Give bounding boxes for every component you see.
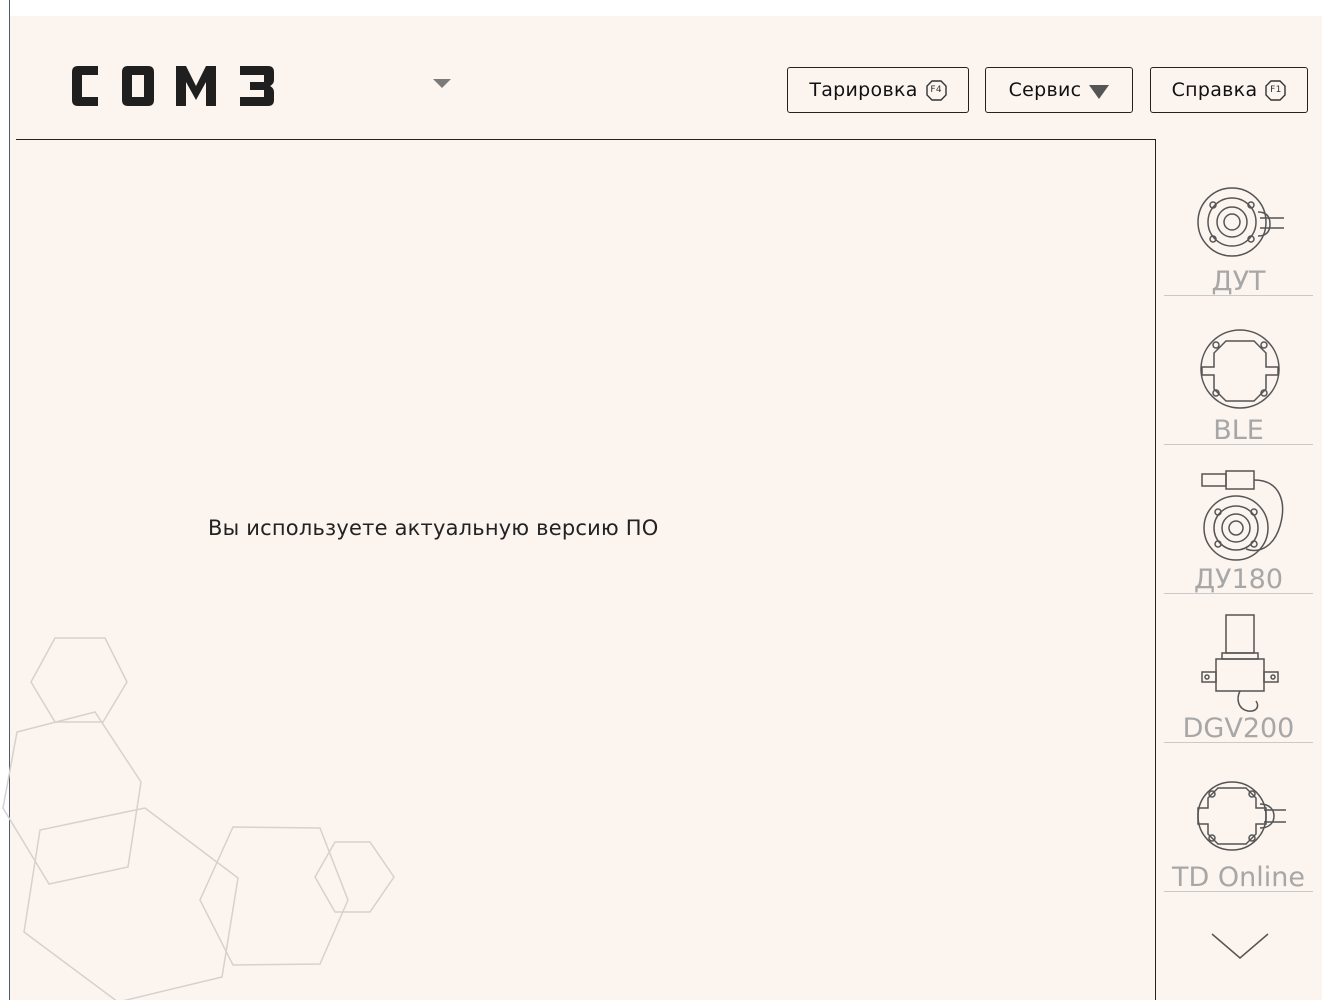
device-separator: [1164, 593, 1313, 594]
round-sensor-icon: [1200, 329, 1280, 409]
software-status-message: Вы используете актуальную версию ПО: [208, 516, 659, 540]
sidebar-divider: [1155, 139, 1156, 1000]
device-td-online-card[interactable]: TD Online: [1164, 744, 1313, 893]
service-menu-button[interactable]: Сервис: [985, 67, 1133, 113]
help-button[interactable]: Справка F1: [1150, 67, 1308, 113]
device-separator: [1164, 444, 1313, 445]
device-du180-card[interactable]: ДУ180: [1164, 446, 1313, 595]
device-label-fuel-sensor: ДУТ: [1211, 266, 1266, 297]
logo-menu-caret[interactable]: [433, 79, 451, 88]
com3-logo: [72, 66, 274, 106]
f4-key-label: F4: [930, 84, 942, 95]
sensor-with-connector-icon: [1201, 470, 1284, 561]
device-separator: [1164, 891, 1313, 892]
device-label-td-online: TD Online: [1172, 862, 1305, 893]
device-label-dgv200: DGV200: [1182, 713, 1295, 744]
chevron-down-icon[interactable]: [1210, 930, 1270, 964]
device-separator: [1164, 742, 1313, 743]
sensor-with-cable-icon: [1197, 187, 1284, 257]
help-button-label: Справка: [1171, 79, 1258, 101]
f4-key-icon: F4: [925, 79, 947, 101]
device-dgv200-card[interactable]: DGV200: [1164, 595, 1313, 744]
service-button-label: Сервис: [1008, 79, 1082, 101]
pressure-sensor-icon: [1201, 614, 1279, 712]
device-ble-card[interactable]: BLE: [1164, 297, 1313, 446]
sensor-with-cable-icon: [1197, 781, 1286, 851]
header-divider: [16, 139, 1156, 140]
device-fuel-sensor-card[interactable]: ДУТ: [1164, 148, 1313, 297]
device-separator: [1164, 295, 1313, 296]
calibration-button[interactable]: Тарировка F4: [787, 67, 969, 113]
app-window: Тарировка F4 Сервис Справка F1 Вы исполь…: [0, 0, 1322, 1000]
device-label-ble: BLE: [1213, 415, 1264, 446]
f1-key-label: F1: [1270, 84, 1282, 95]
decorative-hexagon-pattern: [2, 637, 395, 1000]
f1-key-icon: F1: [1265, 79, 1287, 101]
device-label-du180: ДУ180: [1193, 564, 1284, 595]
calibration-button-label: Тарировка: [809, 79, 918, 101]
dropdown-triangle-icon: [1089, 84, 1110, 99]
